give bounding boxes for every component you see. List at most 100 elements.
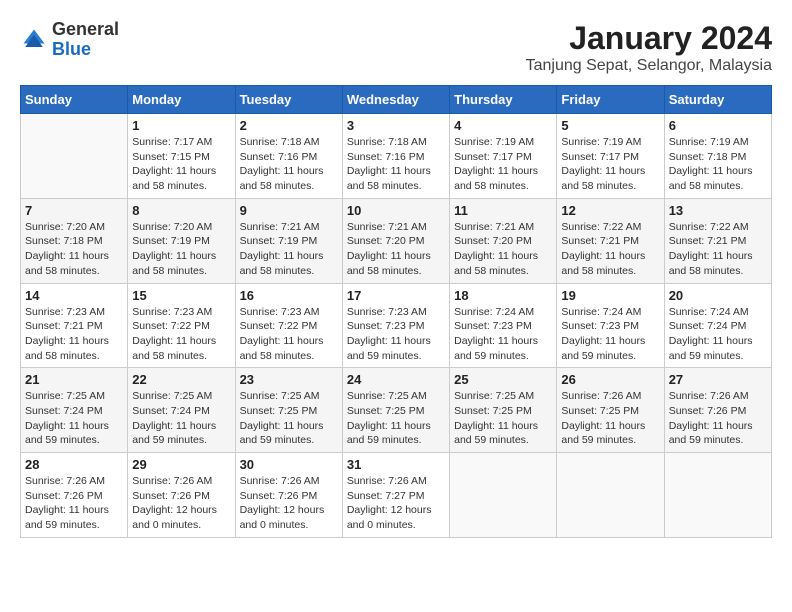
logo-text: General Blue bbox=[52, 20, 119, 60]
day-detail: Sunrise: 7:18 AMSunset: 7:16 PMDaylight:… bbox=[347, 135, 445, 194]
day-number: 8 bbox=[132, 203, 230, 218]
day-detail: Sunrise: 7:18 AMSunset: 7:16 PMDaylight:… bbox=[240, 135, 338, 194]
day-header-monday: Monday bbox=[128, 86, 235, 114]
day-header-friday: Friday bbox=[557, 86, 664, 114]
day-detail: Sunrise: 7:22 AMSunset: 7:21 PMDaylight:… bbox=[561, 220, 659, 279]
day-number: 26 bbox=[561, 372, 659, 387]
calendar-week-1: 1Sunrise: 7:17 AMSunset: 7:15 PMDaylight… bbox=[21, 114, 772, 199]
calendar-week-3: 14 Sunrise: 7:23 AMSunset: 7:21 PMDayligh… bbox=[21, 283, 772, 368]
day-detail: Sunrise: 7:23 AMSunset: 7:22 PMDaylight:… bbox=[132, 305, 230, 364]
day-number: 7 bbox=[25, 203, 123, 218]
day-number: 15 bbox=[132, 288, 230, 303]
day-number: 9 bbox=[240, 203, 338, 218]
day-number: 24 bbox=[347, 372, 445, 387]
day-detail: Sunrise: 7:23 AMSunset: 7:21 PMDaylight:… bbox=[25, 305, 123, 364]
day-number: 29 bbox=[132, 457, 230, 472]
calendar-cell: 23 Sunrise: 7:25 AMSunset: 7:25 PMDayligh… bbox=[235, 368, 342, 453]
day-detail: Sunrise: 7:25 AMSunset: 7:24 PMDaylight:… bbox=[132, 389, 230, 448]
day-detail: Sunrise: 7:24 AMSunset: 7:24 PMDaylight:… bbox=[669, 305, 767, 364]
calendar-week-5: 28Sunrise: 7:26 AMSunset: 7:26 PMDayligh… bbox=[21, 453, 772, 538]
day-detail: Sunrise: 7:25 AMSunset: 7:25 PMDaylight:… bbox=[240, 389, 338, 448]
day-detail: Sunrise: 7:26 AMSunset: 7:26 PMDaylight:… bbox=[132, 474, 230, 533]
calendar-cell: 13 Sunrise: 7:22 AMSunset: 7:21 PMDayligh… bbox=[664, 198, 771, 283]
day-number: 27 bbox=[669, 372, 767, 387]
day-number: 4 bbox=[454, 118, 552, 133]
day-number: 30 bbox=[240, 457, 338, 472]
calendar-cell: 8 Sunrise: 7:20 AMSunset: 7:19 PMDaylight… bbox=[128, 198, 235, 283]
day-number: 12 bbox=[561, 203, 659, 218]
calendar-subtitle: Tanjung Sepat, Selangor, Malaysia bbox=[526, 57, 772, 75]
calendar-week-2: 7 Sunrise: 7:20 AMSunset: 7:18 PMDaylight… bbox=[21, 198, 772, 283]
calendar-cell: 11Sunrise: 7:21 AMSunset: 7:20 PMDayligh… bbox=[450, 198, 557, 283]
calendar-cell: 28Sunrise: 7:26 AMSunset: 7:26 PMDayligh… bbox=[21, 453, 128, 538]
day-number: 23 bbox=[240, 372, 338, 387]
logo: General Blue bbox=[20, 20, 119, 60]
day-number: 22 bbox=[132, 372, 230, 387]
calendar-cell: 15 Sunrise: 7:23 AMSunset: 7:22 PMDayligh… bbox=[128, 283, 235, 368]
calendar-cell: 1Sunrise: 7:17 AMSunset: 7:15 PMDaylight… bbox=[128, 114, 235, 199]
calendar-cell bbox=[21, 114, 128, 199]
day-header-thursday: Thursday bbox=[450, 86, 557, 114]
calendar-cell: 6Sunrise: 7:19 AMSunset: 7:18 PMDaylight… bbox=[664, 114, 771, 199]
day-header-tuesday: Tuesday bbox=[235, 86, 342, 114]
calendar-cell: 18Sunrise: 7:24 AMSunset: 7:23 PMDayligh… bbox=[450, 283, 557, 368]
day-header-sunday: Sunday bbox=[21, 86, 128, 114]
calendar-cell: 21 Sunrise: 7:25 AMSunset: 7:24 PMDayligh… bbox=[21, 368, 128, 453]
calendar-week-4: 21 Sunrise: 7:25 AMSunset: 7:24 PMDayligh… bbox=[21, 368, 772, 453]
day-detail: Sunrise: 7:21 AMSunset: 7:20 PMDaylight:… bbox=[347, 220, 445, 279]
calendar-cell bbox=[557, 453, 664, 538]
day-detail: Sunrise: 7:22 AMSunset: 7:21 PMDaylight:… bbox=[669, 220, 767, 279]
calendar-cell: 26 Sunrise: 7:26 AMSunset: 7:25 PMDayligh… bbox=[557, 368, 664, 453]
day-detail: Sunrise: 7:24 AMSunset: 7:23 PMDaylight:… bbox=[561, 305, 659, 364]
logo-icon bbox=[20, 26, 48, 54]
calendar-cell: 27 Sunrise: 7:26 AMSunset: 7:26 PMDayligh… bbox=[664, 368, 771, 453]
logo-general: General bbox=[52, 19, 119, 39]
day-number: 16 bbox=[240, 288, 338, 303]
calendar-cell: 30 Sunrise: 7:26 AMSunset: 7:26 PMDayligh… bbox=[235, 453, 342, 538]
day-detail: Sunrise: 7:20 AMSunset: 7:19 PMDaylight:… bbox=[132, 220, 230, 279]
calendar-cell: 2Sunrise: 7:18 AMSunset: 7:16 PMDaylight… bbox=[235, 114, 342, 199]
day-number: 3 bbox=[347, 118, 445, 133]
day-detail: Sunrise: 7:19 AMSunset: 7:18 PMDaylight:… bbox=[669, 135, 767, 194]
day-detail: Sunrise: 7:19 AMSunset: 7:17 PMDaylight:… bbox=[454, 135, 552, 194]
calendar-cell: 14 Sunrise: 7:23 AMSunset: 7:21 PMDayligh… bbox=[21, 283, 128, 368]
title-block: January 2024 Tanjung Sepat, Selangor, Ma… bbox=[526, 20, 772, 75]
day-number: 25 bbox=[454, 372, 552, 387]
calendar-cell: 19 Sunrise: 7:24 AMSunset: 7:23 PMDayligh… bbox=[557, 283, 664, 368]
day-detail: Sunrise: 7:26 AMSunset: 7:26 PMDaylight:… bbox=[240, 474, 338, 533]
calendar-cell: 16 Sunrise: 7:23 AMSunset: 7:22 PMDayligh… bbox=[235, 283, 342, 368]
day-number: 1 bbox=[132, 118, 230, 133]
day-detail: Sunrise: 7:26 AMSunset: 7:26 PMDaylight:… bbox=[669, 389, 767, 448]
calendar-cell: 20Sunrise: 7:24 AMSunset: 7:24 PMDayligh… bbox=[664, 283, 771, 368]
day-detail: Sunrise: 7:25 AMSunset: 7:24 PMDaylight:… bbox=[25, 389, 123, 448]
day-number: 21 bbox=[25, 372, 123, 387]
day-number: 19 bbox=[561, 288, 659, 303]
day-detail: Sunrise: 7:21 AMSunset: 7:20 PMDaylight:… bbox=[454, 220, 552, 279]
calendar-cell: 3 Sunrise: 7:18 AMSunset: 7:16 PMDaylight… bbox=[342, 114, 449, 199]
calendar-cell: 25 Sunrise: 7:25 AMSunset: 7:25 PMDayligh… bbox=[450, 368, 557, 453]
calendar-cell: 9 Sunrise: 7:21 AMSunset: 7:19 PMDaylight… bbox=[235, 198, 342, 283]
day-detail: Sunrise: 7:23 AMSunset: 7:22 PMDaylight:… bbox=[240, 305, 338, 364]
day-detail: Sunrise: 7:25 AMSunset: 7:25 PMDaylight:… bbox=[454, 389, 552, 448]
day-number: 5 bbox=[561, 118, 659, 133]
calendar-header-row: SundayMondayTuesdayWednesdayThursdayFrid… bbox=[21, 86, 772, 114]
day-detail: Sunrise: 7:21 AMSunset: 7:19 PMDaylight:… bbox=[240, 220, 338, 279]
calendar-cell: 31Sunrise: 7:26 AMSunset: 7:27 PMDayligh… bbox=[342, 453, 449, 538]
day-detail: Sunrise: 7:26 AMSunset: 7:25 PMDaylight:… bbox=[561, 389, 659, 448]
day-detail: Sunrise: 7:26 AMSunset: 7:26 PMDaylight:… bbox=[25, 474, 123, 533]
calendar-cell: 5Sunrise: 7:19 AMSunset: 7:17 PMDaylight… bbox=[557, 114, 664, 199]
logo-blue: Blue bbox=[52, 39, 91, 59]
calendar-cell bbox=[450, 453, 557, 538]
day-number: 18 bbox=[454, 288, 552, 303]
day-number: 13 bbox=[669, 203, 767, 218]
calendar-cell: 22 Sunrise: 7:25 AMSunset: 7:24 PMDayligh… bbox=[128, 368, 235, 453]
calendar-title: January 2024 bbox=[526, 20, 772, 57]
day-detail: Sunrise: 7:26 AMSunset: 7:27 PMDaylight:… bbox=[347, 474, 445, 533]
calendar-cell bbox=[664, 453, 771, 538]
day-number: 14 bbox=[25, 288, 123, 303]
calendar-cell: 24Sunrise: 7:25 AMSunset: 7:25 PMDayligh… bbox=[342, 368, 449, 453]
calendar-table: SundayMondayTuesdayWednesdayThursdayFrid… bbox=[20, 85, 772, 538]
page-header: General Blue January 2024 Tanjung Sepat,… bbox=[20, 20, 772, 75]
day-detail: Sunrise: 7:20 AMSunset: 7:18 PMDaylight:… bbox=[25, 220, 123, 279]
day-header-wednesday: Wednesday bbox=[342, 86, 449, 114]
